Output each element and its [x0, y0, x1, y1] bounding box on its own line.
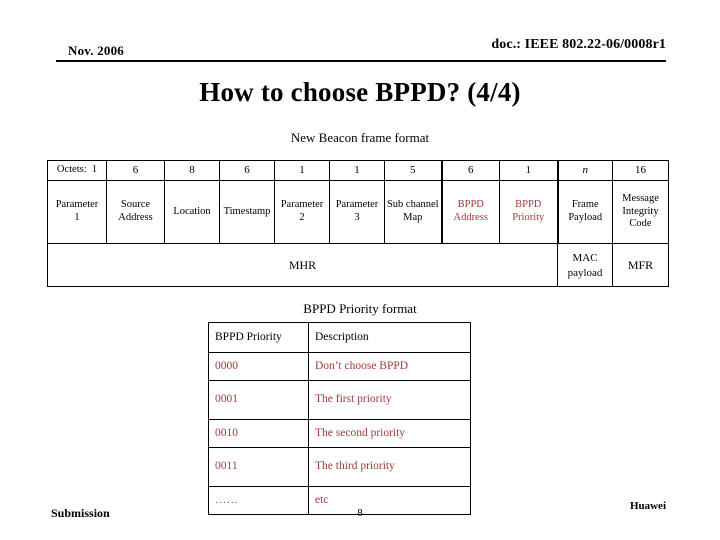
priority-code-cell: 0011: [208, 447, 309, 487]
octet-cell-0: Octets: 1: [47, 160, 107, 181]
group-cell-mac-payload: MAC payload: [557, 243, 613, 287]
bppd-priority-format-caption: BPPD Priority format: [303, 301, 417, 316]
header-document-id: doc.: IEEE 802.22-06/0008r1: [491, 37, 666, 52]
field-line: Code: [629, 218, 652, 230]
field-line: Timestamp: [223, 205, 271, 217]
table-row: 0001 The first priority: [208, 380, 471, 420]
field-cell-sub-channel-map: Sub channel Map: [384, 180, 442, 244]
priority-description-cell: The second priority: [308, 419, 471, 448]
field-line: Sub channel: [386, 199, 439, 211]
group-cell-mfr: MFR: [612, 243, 669, 287]
field-line: Integrity: [622, 205, 659, 217]
field-line: Parameter: [55, 199, 99, 211]
field-line: Message: [622, 192, 659, 204]
field-cell-message-integrity-code: Message Integrity Code: [612, 180, 669, 244]
field-cell-timestamp: Timestamp: [219, 180, 275, 244]
field-line: Payload: [568, 212, 603, 223]
bppd-priority-table: BPPD Priority Description 0000 Don’t cho…: [208, 322, 471, 515]
octet-cell-6: 5: [384, 160, 442, 181]
priority-code-cell: 0010: [208, 419, 309, 448]
field-line: BPPD: [457, 199, 484, 211]
table-row: 0000 Don’t choose BPPD: [208, 352, 471, 381]
octet-cell-7: 6: [440, 160, 500, 181]
octet-cell-1: 6: [106, 160, 165, 181]
table-row: 0010 The second priority: [208, 419, 471, 448]
priority-header-row: BPPD Priority Description: [208, 322, 471, 353]
page-title: How to choose BPPD? (4/4): [199, 77, 521, 107]
field-line: Map: [403, 212, 423, 223]
header-divider-rule: [56, 60, 666, 62]
octets-label: Octets:: [56, 164, 87, 176]
frame-group-row: MHR MAC payload MFR: [47, 243, 669, 287]
priority-description-cell: The first priority: [308, 380, 471, 420]
group-cell-mhr: MHR: [47, 243, 558, 287]
octet-cell-10: 16: [612, 160, 669, 181]
field-cell-bppd-address: BPPD Address: [440, 180, 500, 244]
field-cell-parameter-2: Parameter 2: [274, 180, 330, 244]
header-date: Nov. 2006: [68, 43, 124, 58]
octet-value-0: 1: [91, 164, 98, 176]
octet-cell-2: 8: [164, 160, 220, 181]
priority-description-cell: Don’t choose BPPD: [308, 352, 471, 381]
priority-code-cell: 0000: [208, 352, 309, 381]
table-row: 0011 The third priority: [208, 447, 471, 487]
octet-cell-9: n: [557, 160, 613, 181]
priority-code-cell: 0001: [208, 380, 309, 420]
field-cell-bppd-priority: BPPD Priority: [499, 180, 559, 244]
priority-description-cell: The third priority: [308, 447, 471, 487]
octet-size-row: Octets: 1 6 8 6 1 1 5 6 1 n 16: [47, 160, 669, 181]
group-line: payload: [567, 267, 603, 279]
slide-header: Nov. 2006 doc.: IEEE 802.22-06/0008r1: [0, 0, 720, 66]
field-line: Parameter: [280, 199, 324, 211]
beacon-frame-caption: New Beacon frame format: [290, 130, 430, 145]
priority-column-header-code: BPPD Priority: [208, 322, 309, 353]
field-line: 2: [299, 212, 305, 223]
field-line: BPPD: [515, 199, 542, 211]
field-line: Location: [173, 205, 211, 217]
field-line: Address: [118, 212, 153, 223]
footer-company: Huawei: [629, 500, 666, 512]
field-cell-location: Location: [164, 180, 220, 244]
field-line: Priority: [512, 212, 545, 223]
frame-field-row: Parameter 1 Source Address Location Time…: [47, 180, 669, 244]
field-line: Source: [120, 199, 151, 211]
field-cell-source-address: Source Address: [106, 180, 165, 244]
field-line: Address: [453, 212, 488, 223]
field-line: Parameter: [335, 199, 379, 211]
beacon-frame-table: Octets: 1 6 8 6 1 1 5 6 1 n 16 Parameter…: [47, 160, 669, 287]
octet-cell-5: 1: [329, 160, 385, 181]
field-cell-frame-payload: Frame Payload: [557, 180, 613, 244]
field-line: 1: [74, 212, 80, 223]
group-line: MAC: [572, 251, 598, 264]
field-cell-parameter-1: Parameter 1: [47, 180, 107, 244]
field-line: 3: [354, 212, 360, 223]
octet-cell-3: 6: [219, 160, 275, 181]
priority-column-header-description: Description: [308, 322, 471, 353]
footer-page-number: 8: [357, 507, 363, 519]
octet-cell-4: 1: [274, 160, 330, 181]
octet-cell-8: 1: [499, 160, 559, 181]
field-cell-parameter-3: Parameter 3: [329, 180, 385, 244]
field-line: Frame: [571, 199, 599, 211]
